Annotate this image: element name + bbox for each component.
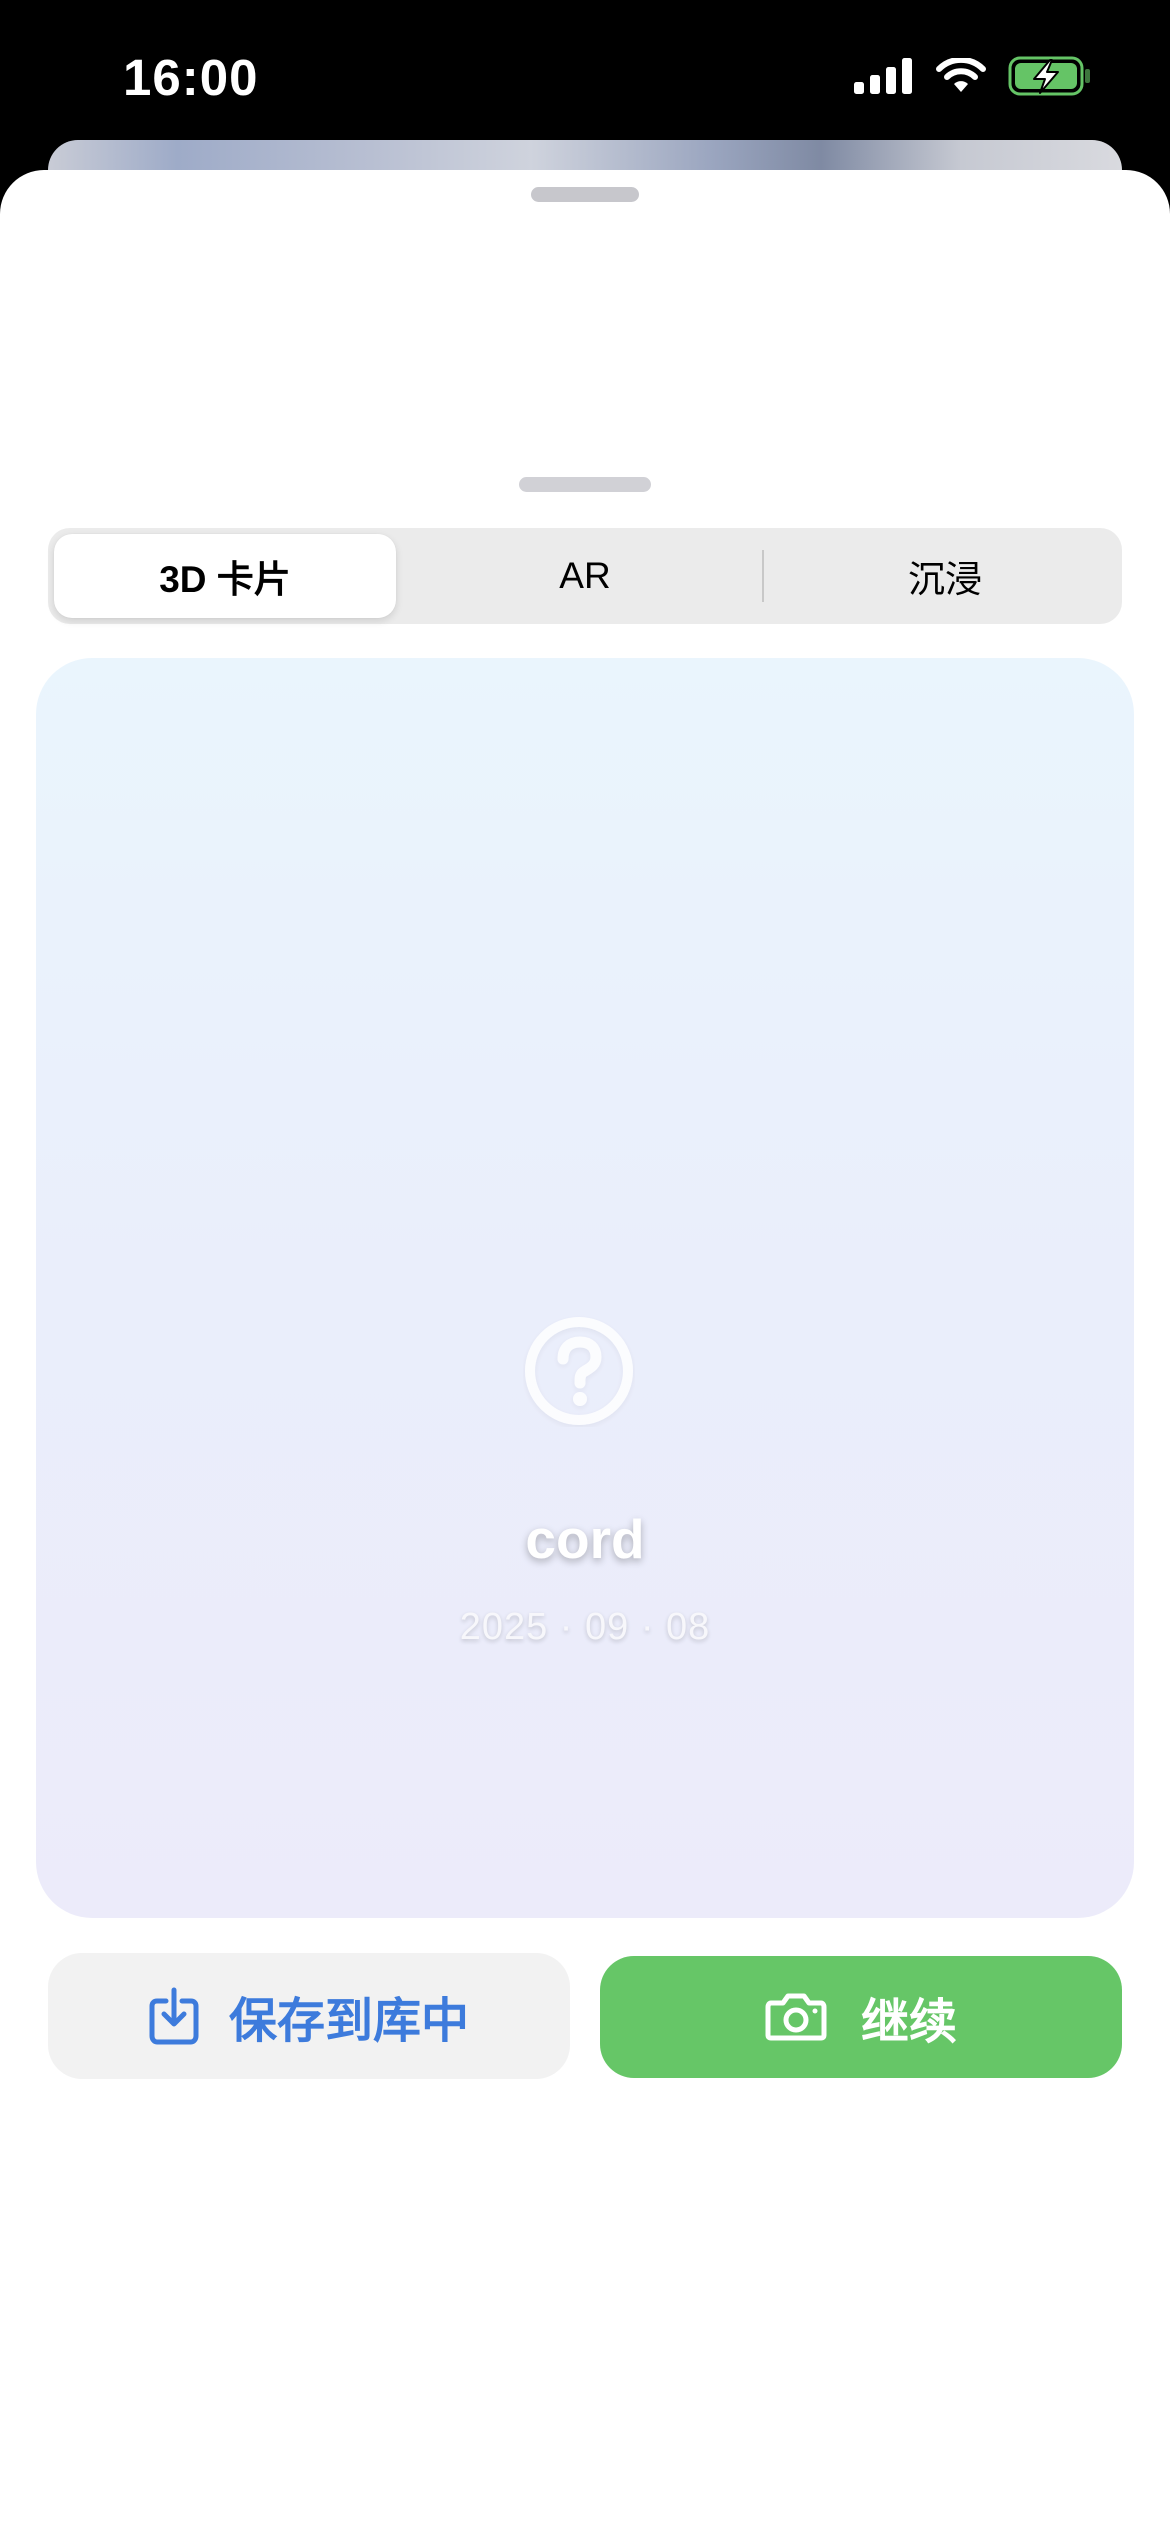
segment-divider: [762, 550, 764, 602]
question-circle-icon: [523, 1315, 635, 1427]
status-bar: 16:00: [0, 0, 1170, 150]
screen: 16:00 3D 卡片 AR 沉浸 cord 2025 · 09 · 08 保存…: [0, 0, 1170, 2532]
battery-charging-icon: [1008, 56, 1092, 96]
segment-immersive[interactable]: 沉浸: [774, 534, 1116, 618]
segment-3d-card[interactable]: 3D 卡片: [54, 534, 396, 618]
download-tray-icon: [149, 1987, 199, 2045]
save-button-label: 保存到库中: [228, 1995, 469, 2048]
card-date: 2025 · 09 · 08: [459, 1606, 711, 1648]
sheet-grabber[interactable]: [531, 187, 639, 202]
cellular-signal-icon: [854, 58, 914, 94]
status-icons: [854, 56, 1092, 96]
save-to-library-button[interactable]: 保存到库中: [48, 1953, 570, 2079]
continue-button[interactable]: 继续: [600, 1956, 1122, 2078]
wifi-icon: [936, 58, 986, 94]
bottom-sheet: 3D 卡片 AR 沉浸 cord 2025 · 09 · 08 保存到库中 继续: [0, 170, 1170, 2532]
card-title: cord: [525, 1508, 645, 1570]
status-time: 16:00: [123, 49, 259, 106]
inner-sheet-grabber[interactable]: [519, 477, 651, 492]
segment-ar[interactable]: AR: [414, 534, 756, 618]
camera-icon: [765, 1993, 827, 2041]
preview-card[interactable]: cord 2025 · 09 · 08: [36, 658, 1134, 1918]
view-mode-segmented-control: 3D 卡片 AR 沉浸: [48, 528, 1122, 624]
continue-button-label: 继续: [860, 1996, 957, 2049]
